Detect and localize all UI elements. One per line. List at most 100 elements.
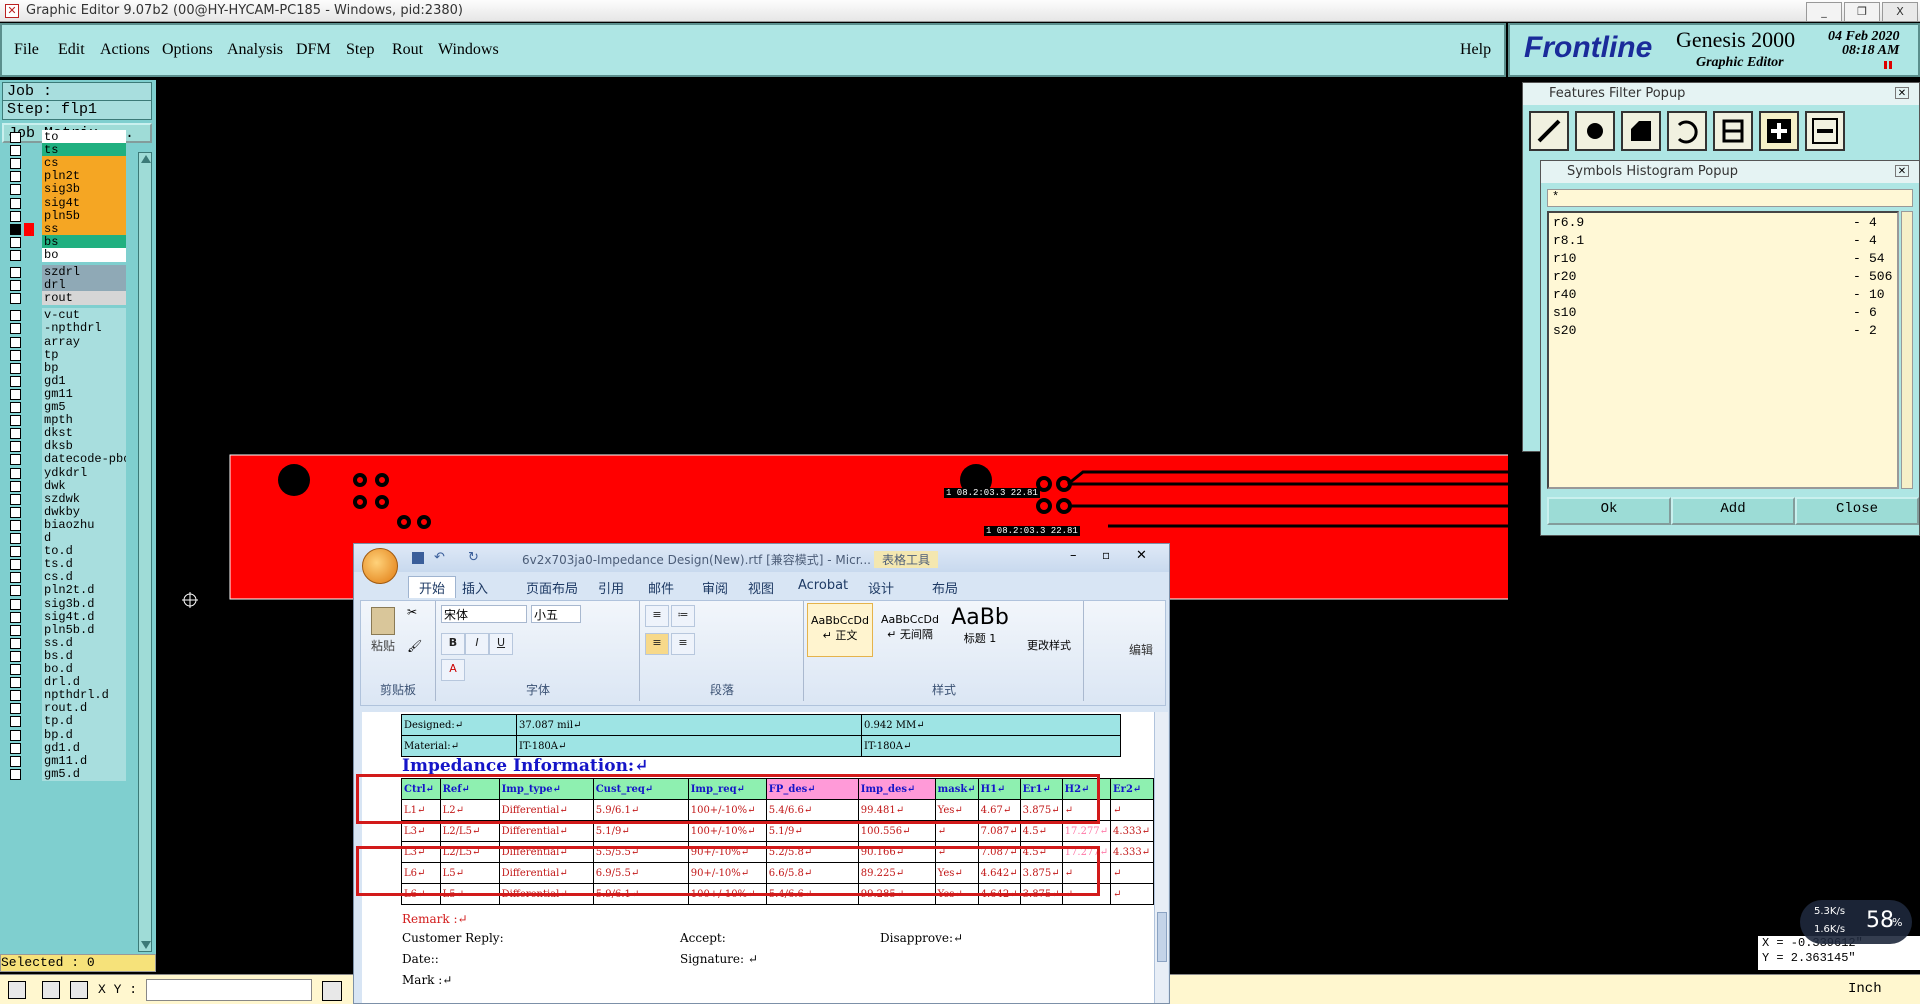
layer-checkbox[interactable] xyxy=(10,493,21,505)
layer-checkbox[interactable] xyxy=(10,388,21,400)
office-button-icon[interactable] xyxy=(362,548,398,584)
symbol-row[interactable]: r40 -10 xyxy=(1549,285,1897,303)
layer-checkbox[interactable] xyxy=(10,559,21,571)
ribbon-tab[interactable]: 开始 xyxy=(408,576,457,598)
layer-checkbox[interactable] xyxy=(10,267,21,278)
layer-name[interactable]: cs.d xyxy=(42,570,126,585)
layer-name[interactable]: szdwk xyxy=(42,491,126,506)
document-page[interactable]: Designed:↵ 37.087 mil↵ 0.942 MM↵ Materia… xyxy=(356,712,1154,1003)
layer-checkbox[interactable] xyxy=(10,506,21,518)
layer-name[interactable]: gd1 xyxy=(42,373,126,388)
layer-checkbox[interactable] xyxy=(10,428,21,440)
layer-checkbox[interactable] xyxy=(10,664,21,675)
pad-filter-icon[interactable] xyxy=(1575,111,1615,151)
layer-checkbox[interactable] xyxy=(10,375,21,387)
layer-checkbox[interactable] xyxy=(10,703,21,715)
layer-checkbox[interactable] xyxy=(10,690,21,702)
add-button[interactable]: Add xyxy=(1671,497,1795,525)
word-close-icon[interactable]: ✕ xyxy=(1136,548,1147,563)
menu-windows[interactable]: Windows xyxy=(438,41,499,59)
layer-checkbox[interactable] xyxy=(10,249,21,261)
font-color-icon[interactable]: A xyxy=(441,659,465,681)
layer-name[interactable]: gm11 xyxy=(42,386,126,401)
symbol-list[interactable]: r6.9-4 r8.1-4 r10-54 r20-506 r40-10 s10-6 s20-… xyxy=(1547,211,1899,489)
layer-checkbox[interactable] xyxy=(10,158,21,170)
layer-name[interactable]: d xyxy=(42,531,126,545)
symbol-row[interactable]: r20 -506 xyxy=(1549,267,1897,285)
ribbon-tab[interactable]: 引用 xyxy=(598,578,624,597)
negative-filter-icon[interactable] xyxy=(1805,111,1845,151)
line-filter-icon[interactable] xyxy=(1529,111,1569,151)
menu-help[interactable]: Help xyxy=(1460,41,1491,59)
font-name-select[interactable]: 宋体 xyxy=(441,605,527,623)
layer-row[interactable]: gm5.d xyxy=(4,766,126,782)
redo-icon[interactable]: ↻ xyxy=(468,550,479,565)
layer-checkbox[interactable] xyxy=(10,310,21,322)
menu-actions[interactable]: Actions xyxy=(100,41,150,59)
underline-icon[interactable]: U xyxy=(489,633,513,655)
layer-checkbox[interactable] xyxy=(10,716,21,728)
italic-icon[interactable]: I xyxy=(465,633,489,655)
layer-checkbox[interactable] xyxy=(10,637,21,649)
undo-icon[interactable]: ↶ xyxy=(434,550,445,565)
layer-name[interactable]: npthdrl.d xyxy=(42,688,126,703)
menu-dfm[interactable]: DFM xyxy=(296,41,331,59)
ribbon-tab[interactable]: 插入 xyxy=(462,578,488,597)
layer-checkbox[interactable] xyxy=(10,171,21,183)
positive-filter-icon[interactable] xyxy=(1759,111,1799,151)
format-painter-icon[interactable]: 🖌 xyxy=(407,639,422,653)
layer-checkbox[interactable] xyxy=(10,132,21,143)
layer-checkbox[interactable] xyxy=(10,519,21,531)
layer-name[interactable]: -npthdrl xyxy=(42,321,126,336)
layer-name[interactable]: ts.d xyxy=(42,557,126,572)
layer-name[interactable]: sig4t.d xyxy=(42,609,126,624)
layer-checkbox[interactable] xyxy=(10,441,21,453)
ribbon-tab[interactable]: 视图 xyxy=(748,578,774,597)
units-selector[interactable]: Inch xyxy=(1848,981,1882,997)
layer-checkbox[interactable] xyxy=(10,572,21,584)
paste-label[interactable]: 粘贴 xyxy=(371,637,395,654)
menu-file[interactable]: File xyxy=(14,41,39,59)
align-center-icon[interactable]: ≡ xyxy=(671,633,695,655)
style-no-spacing[interactable]: AaBbCcDd ↵ 无间隔 xyxy=(877,603,943,657)
layer-name[interactable]: ss.d xyxy=(42,635,126,650)
layer-checkbox[interactable] xyxy=(10,650,21,662)
layer-name[interactable]: gm5.d xyxy=(42,766,126,781)
layer-name[interactable]: pln5b.d xyxy=(42,622,126,637)
align-left-icon[interactable]: ≡ xyxy=(645,633,669,655)
menu-analysis[interactable]: Analysis xyxy=(227,41,283,59)
layer-list-scrollbar[interactable] xyxy=(138,152,152,952)
layer-name[interactable]: dkst xyxy=(42,426,126,441)
layer-name[interactable]: szdrl xyxy=(42,265,126,279)
layer-checkbox[interactable] xyxy=(10,533,21,544)
layer-name[interactable]: array xyxy=(42,334,126,349)
layer-row[interactable]: bo xyxy=(4,247,126,263)
menu-rout[interactable]: Rout xyxy=(392,41,423,59)
ribbon-tab[interactable]: 页面布局 xyxy=(526,578,578,597)
grid-icon[interactable] xyxy=(70,981,88,999)
change-styles-label[interactable]: 更改样式 xyxy=(1027,637,1071,653)
bullets-icon[interactable]: ≡ xyxy=(645,605,669,627)
layer-checkbox[interactable] xyxy=(10,546,21,558)
layer-name[interactable]: gm5 xyxy=(42,400,126,414)
scroll-down-arrow[interactable] xyxy=(141,941,151,949)
menu-options[interactable]: Options xyxy=(162,41,213,59)
layer-name[interactable]: sig3b xyxy=(42,182,126,197)
layer-name[interactable]: sig3b.d xyxy=(42,596,126,611)
ok-button[interactable]: Ok xyxy=(1547,497,1671,525)
ribbon-tab[interactable]: 设计 xyxy=(868,578,894,597)
layer-name[interactable]: pln5b xyxy=(42,208,126,223)
ribbon-tab[interactable]: 布局 xyxy=(932,578,958,597)
layer-name[interactable]: pln2t xyxy=(42,169,126,184)
ribbon-tab[interactable]: 审阅 xyxy=(702,578,728,597)
save-icon[interactable] xyxy=(412,552,424,564)
layer-name[interactable]: ydkdrl xyxy=(42,465,126,480)
edit-label[interactable]: 编辑 xyxy=(1129,641,1153,658)
layer-name[interactable]: sig4t xyxy=(42,195,126,210)
style-normal[interactable]: AaBbCcDd ↵ 正文 xyxy=(807,603,873,657)
layer-name[interactable]: rout xyxy=(42,291,126,306)
layer-checkbox[interactable] xyxy=(10,210,21,222)
layer-name[interactable]: mpth xyxy=(42,413,126,428)
layer-name[interactable]: dksb xyxy=(42,439,126,454)
layer-checkbox[interactable] xyxy=(10,323,21,335)
